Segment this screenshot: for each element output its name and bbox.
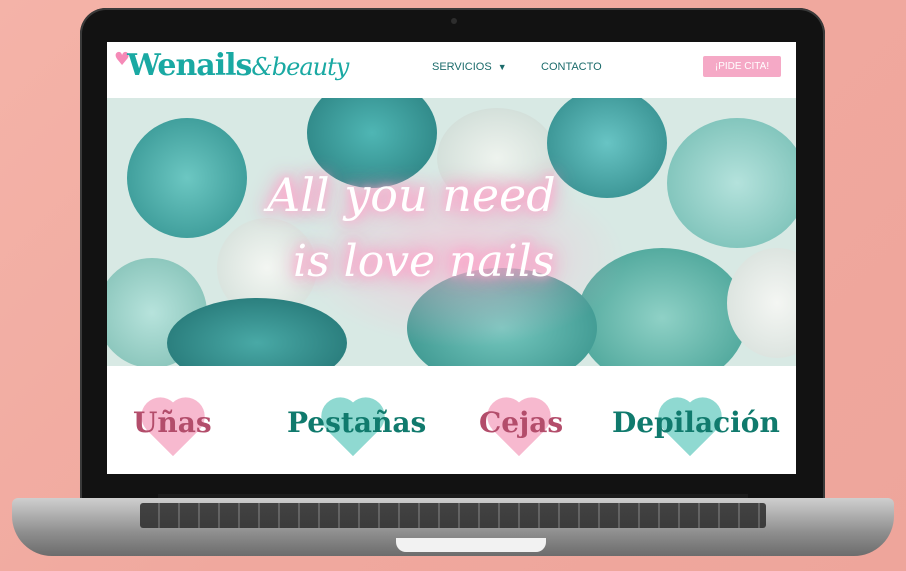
category-label: Pestañas [287,406,427,439]
nav-servicios-label: SERVICIOS [432,61,492,73]
site-header: ♥Wenails&beauty SERVICIOS ▼ CONTACTO ¡PID… [107,42,796,98]
category-pestanas[interactable]: Pestañas [287,406,426,439]
site-logo[interactable]: ♥Wenails&beauty [114,48,349,83]
logo-script-text: &beauty [251,53,349,81]
pide-cita-button[interactable]: ¡PIDE CITA! [703,56,781,77]
website-screen: ♥Wenails&beauty SERVICIOS ▼ CONTACTO ¡PID… [107,42,796,474]
logo-main-text: Wenails [127,48,252,83]
chevron-down-icon: ▼ [497,62,507,72]
hero-line-2: is love nails [293,236,555,287]
nav-servicios[interactable]: SERVICIOS ▼ [432,61,507,73]
laptop-keyboard [140,503,766,528]
laptop-notch [396,538,546,552]
category-label: Depilación [612,406,780,439]
categories-section: Uñas Pestañas Cejas Depilación [107,366,796,474]
category-depilacion[interactable]: Depilación [612,406,780,439]
category-cejas[interactable]: Cejas [479,406,563,439]
nav-contacto-label: CONTACTO [541,61,602,73]
category-label: Cejas [479,406,564,439]
nav-contacto[interactable]: CONTACTO [541,61,602,73]
category-unas[interactable]: Uñas [133,406,212,439]
camera-icon [451,18,457,24]
hero-banner: All you need is love nails [107,98,796,366]
hero-line-1: All you need [267,168,556,222]
category-label: Uñas [133,406,212,439]
